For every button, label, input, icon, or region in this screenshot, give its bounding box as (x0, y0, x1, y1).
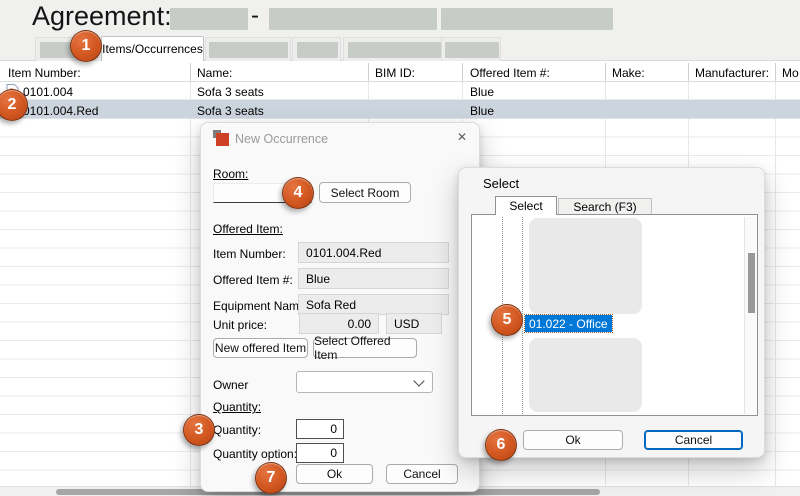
chevron-down-icon (413, 375, 424, 386)
table-row[interactable]: 0101.004 Sofa 3 seats Blue (0, 82, 800, 100)
col-make[interactable]: Make: (612, 66, 645, 80)
item-number-label: Item Number: (213, 247, 286, 261)
cell-name: Sofa 3 seats (197, 104, 264, 118)
col-bim-id[interactable]: BIM ID: (375, 66, 415, 80)
quantity-section-label: Quantity: (213, 400, 261, 414)
item-number-field[interactable]: 0101.004.Red (298, 242, 449, 263)
close-icon[interactable]: ✕ (451, 128, 473, 146)
callout-badge-3: 3 (183, 414, 215, 446)
cancel-button[interactable]: Cancel (386, 464, 458, 484)
redacted-tab-label (445, 42, 499, 58)
cell-offered-item: Blue (470, 85, 494, 99)
vertical-scrollbar-thumb[interactable] (748, 253, 755, 313)
room-label: Room: (213, 167, 248, 181)
unit-price-field[interactable]: 0.00 (299, 313, 379, 334)
tab-redacted-2[interactable] (205, 37, 291, 61)
select-offered-item-button[interactable]: Select Offered Item (313, 338, 417, 358)
offered-item-no-label: Offered Item #: (213, 273, 293, 287)
redacted-tab-label (348, 42, 441, 58)
callout-badge-6: 6 (485, 429, 517, 461)
equipment-name-label: Equipment Name: (213, 299, 309, 313)
owner-label: Owner (213, 378, 248, 392)
tab-redacted-5[interactable] (441, 37, 501, 61)
redacted-tab-label (297, 42, 338, 58)
redacted-tree-items (529, 218, 642, 314)
tab-items-occurrences[interactable]: Items/Occurrences (101, 36, 204, 61)
tab-redacted-4[interactable] (343, 37, 443, 61)
new-occurrence-dialog: New Occurrence ✕ Room: Select Room Offer… (200, 122, 480, 492)
column-gridline (368, 63, 369, 81)
callout-badge-1: 1 (70, 30, 102, 62)
column-gridline (462, 63, 463, 81)
new-offered-item-button[interactable]: New offered Item (213, 338, 308, 358)
col-item-number[interactable]: Item Number: (8, 66, 81, 80)
quantity-field[interactable]: 0 (296, 419, 344, 439)
quantity-option-field[interactable]: 0 (296, 443, 344, 463)
redacted-tab-label (209, 42, 288, 58)
cell-item-number: 0101.004 (23, 85, 73, 99)
header-separator: - (251, 2, 259, 30)
tab-search-f3[interactable]: Search (F3) (558, 198, 652, 214)
owner-combobox[interactable] (296, 371, 433, 393)
equipment-name-field[interactable]: Sofa Red (298, 294, 449, 315)
offered-item-no-field[interactable]: Blue (298, 268, 449, 289)
ok-button[interactable]: Ok (523, 430, 623, 450)
table-row-selected[interactable]: 0101.004.Red Sofa 3 seats Blue (0, 100, 800, 119)
callout-badge-5: 5 (491, 304, 523, 336)
tree-item-selected[interactable]: 01.022 - Office (525, 315, 612, 332)
col-manufacturer[interactable]: Manufacturer: (695, 66, 769, 80)
unit-price-label: Unit price: (213, 318, 267, 332)
tab-select[interactable]: Select (495, 196, 557, 215)
quantity-option-label: Quantity option: (213, 447, 297, 461)
cell-name: Sofa 3 seats (197, 85, 264, 99)
currency-field[interactable]: USD (386, 313, 442, 334)
col-model[interactable]: Mo (782, 66, 799, 80)
select-room-button[interactable]: Select Room (319, 182, 411, 203)
redacted-text (441, 8, 613, 30)
page-title: Agreement: (32, 1, 172, 32)
callout-badge-7: 7 (255, 462, 287, 494)
app-icon (213, 130, 229, 146)
cancel-button[interactable]: Cancel (644, 430, 743, 450)
dialog-title: Select (483, 176, 519, 191)
cell-item-number: 0101.004.Red (23, 104, 98, 118)
vertical-scrollbar[interactable] (744, 217, 757, 414)
cell-offered-item: Blue (470, 104, 494, 118)
column-gridline (688, 63, 689, 81)
column-gridline (775, 63, 776, 81)
callout-badge-4: 4 (282, 177, 314, 209)
tab-redacted-3[interactable] (292, 37, 341, 61)
redacted-text (170, 8, 248, 30)
column-gridline (190, 63, 191, 81)
dialog-title: New Occurrence (235, 132, 328, 146)
col-offered-item[interactable]: Offered Item #: (470, 66, 550, 80)
col-name[interactable]: Name: (197, 66, 232, 80)
redacted-text (269, 8, 437, 30)
ok-button[interactable]: Ok (296, 464, 373, 484)
offered-item-label: Offered Item: (213, 222, 283, 236)
column-gridline (605, 63, 606, 81)
app-window: { "header": { "title": "Agreement:", "se… (0, 0, 800, 496)
redacted-tree-items (529, 338, 642, 412)
quantity-label: Quantity: (213, 423, 261, 437)
